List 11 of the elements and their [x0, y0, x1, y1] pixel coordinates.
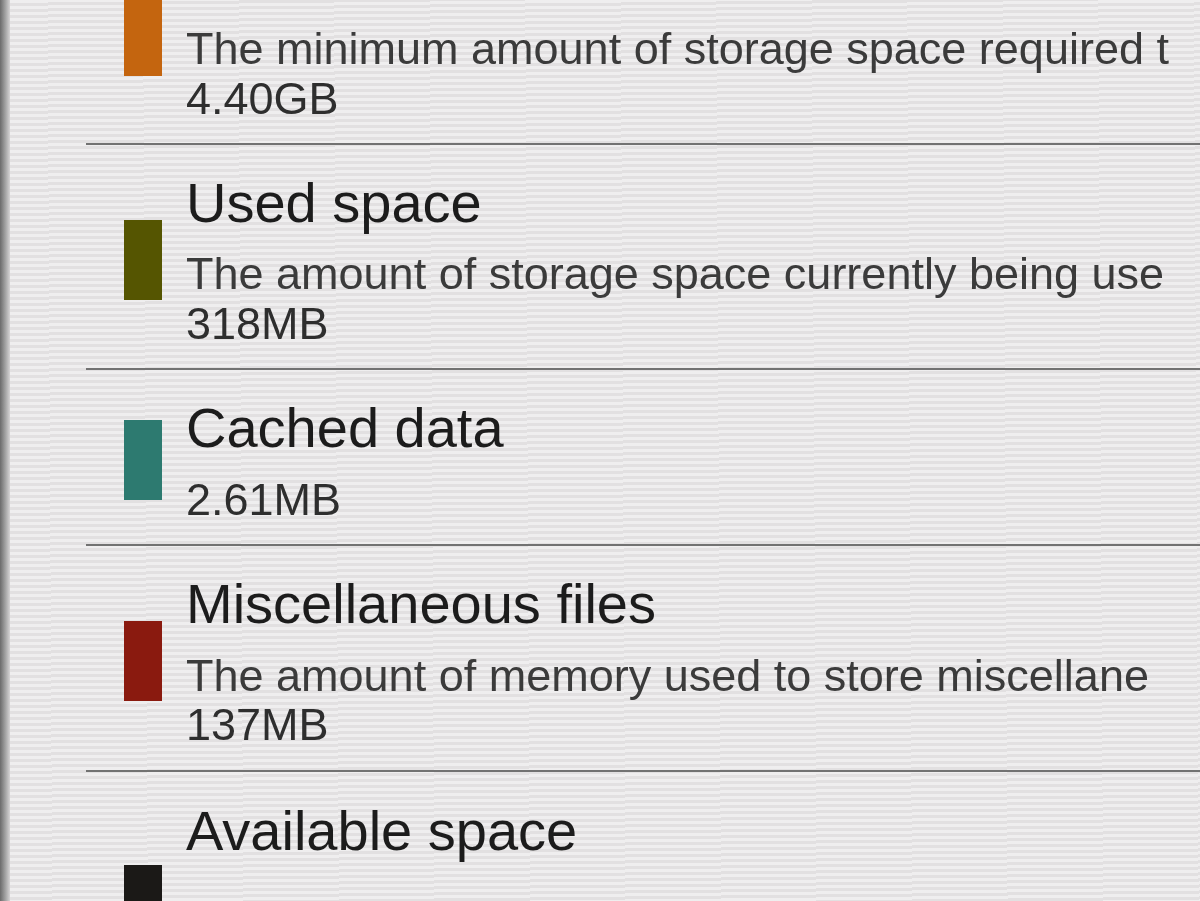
- size-value: 2.61MB: [186, 474, 343, 525]
- item-description: The amount of memory used to store miscellane: [186, 650, 1149, 701]
- item-title: Miscellaneous files: [186, 572, 657, 637]
- item-title: Cached data: [186, 396, 504, 461]
- item-title: Used space: [186, 171, 483, 236]
- item-description: The minimum amount of storage space required t: [186, 24, 1169, 74]
- size-value: 4.40GB: [186, 73, 340, 123]
- item-description: The amount of storage space currently being use: [186, 249, 1165, 299]
- size-value: 318MB: [186, 298, 330, 349]
- size-value: 137MB: [186, 700, 330, 750]
- item-title: Available space: [186, 798, 578, 864]
